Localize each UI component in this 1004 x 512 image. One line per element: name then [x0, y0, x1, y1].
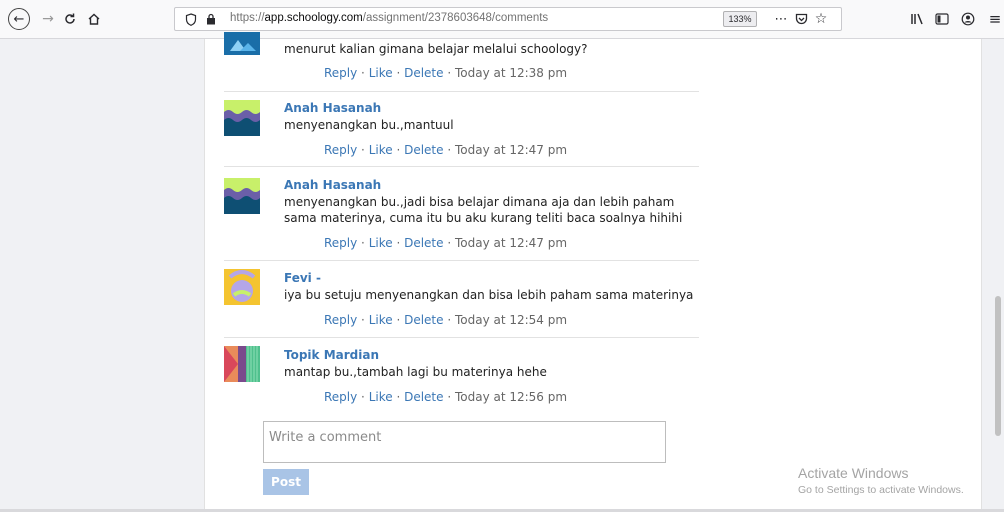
activate-windows-subtitle: Go to Settings to activate Windows. — [798, 484, 964, 496]
delete-link[interactable]: Delete — [404, 143, 443, 157]
comment-timestamp: Today at 12:54 pm — [454, 313, 568, 327]
comment-text: menyenangkan bu.,mantuul — [284, 118, 454, 132]
comments-panel: menurut kalian gimana belajar melalui sc… — [204, 32, 982, 512]
reply-link[interactable]: Reply — [324, 313, 357, 327]
delete-link[interactable]: Delete — [404, 66, 443, 80]
browser-toolbar: ← → https://app.schoology.com/assignment… — [0, 0, 1004, 39]
comment-author[interactable]: Topik Mardian — [284, 348, 379, 362]
avatar — [224, 269, 260, 305]
reply-link[interactable]: Reply — [324, 390, 357, 404]
reload-icon[interactable] — [60, 9, 80, 29]
comment-text: mantap bu.,tambah lagi bu materinya hehe — [284, 365, 547, 379]
like-link[interactable]: Like — [369, 143, 393, 157]
reply-link[interactable]: Reply — [324, 236, 357, 250]
comment-text: menurut kalian gimana belajar melalui sc… — [284, 42, 588, 56]
forward-arrow-icon[interactable]: → — [38, 9, 58, 29]
delete-link[interactable]: Delete — [404, 313, 443, 327]
url-bar[interactable]: https://app.schoology.com/assignment/237… — [174, 7, 842, 31]
library-icon[interactable] — [908, 9, 928, 29]
avatar — [224, 178, 260, 214]
comment-actions: Reply · Like · Delete · Today at 12:47 p… — [324, 143, 568, 157]
reply-link[interactable]: Reply — [324, 143, 357, 157]
post-button[interactable]: Post — [263, 469, 309, 495]
comment-timestamp: Today at 12:56 pm — [454, 390, 568, 404]
zoom-level-badge[interactable]: 133% — [723, 11, 757, 27]
like-link[interactable]: Like — [369, 390, 393, 404]
comment-author[interactable]: Anah Hasanah — [284, 178, 381, 192]
avatar — [224, 100, 260, 136]
comment-author[interactable]: Fevi - — [284, 271, 321, 285]
like-link[interactable]: Like — [369, 236, 393, 250]
comment-timestamp: Today at 12:38 pm — [454, 66, 568, 80]
pocket-icon[interactable] — [793, 11, 809, 27]
comment-timestamp: Today at 12:47 pm — [454, 143, 568, 157]
like-link[interactable]: Like — [369, 313, 393, 327]
url-text[interactable]: https://app.schoology.com/assignment/237… — [230, 12, 548, 24]
more-icon[interactable]: ⋯ — [773, 11, 789, 27]
menu-icon[interactable]: ≡ — [985, 9, 1004, 29]
activate-windows-title: Activate Windows — [798, 465, 909, 481]
comment-text: menyenangkan bu.,jadi bisa belajar diman… — [284, 195, 683, 225]
avatar — [224, 346, 260, 382]
lock-icon[interactable] — [203, 11, 219, 27]
divider — [224, 260, 699, 261]
comment-actions: Reply · Like · Delete · Today at 12:54 p… — [324, 313, 568, 327]
reply-link[interactable]: Reply — [324, 66, 357, 80]
sidebar-icon[interactable] — [932, 9, 952, 29]
scrollbar-thumb[interactable] — [995, 296, 1001, 436]
back-arrow-icon[interactable]: ← — [8, 8, 30, 30]
comment-actions: Reply · Like · Delete · Today at 12:47 p… — [324, 236, 568, 250]
tracking-shield-icon[interactable] — [183, 11, 199, 27]
star-icon[interactable]: ☆ — [813, 11, 829, 27]
divider — [224, 337, 699, 338]
comment-timestamp: Today at 12:47 pm — [454, 236, 568, 250]
divider — [224, 166, 699, 167]
comment-text: iya bu setuju menyenangkan dan bisa lebi… — [284, 288, 694, 302]
divider — [224, 91, 699, 92]
comment-author[interactable]: Anah Hasanah — [284, 101, 381, 115]
like-link[interactable]: Like — [369, 66, 393, 80]
comment-actions: Reply · Like · Delete · Today at 12:38 p… — [324, 66, 568, 80]
comment-input[interactable]: Write a comment — [263, 421, 666, 463]
comment-actions: Reply · Like · Delete · Today at 12:56 p… — [324, 390, 568, 404]
delete-link[interactable]: Delete — [404, 236, 443, 250]
home-icon[interactable] — [84, 9, 104, 29]
account-icon[interactable] — [958, 9, 978, 29]
avatar — [224, 32, 260, 55]
delete-link[interactable]: Delete — [404, 390, 443, 404]
